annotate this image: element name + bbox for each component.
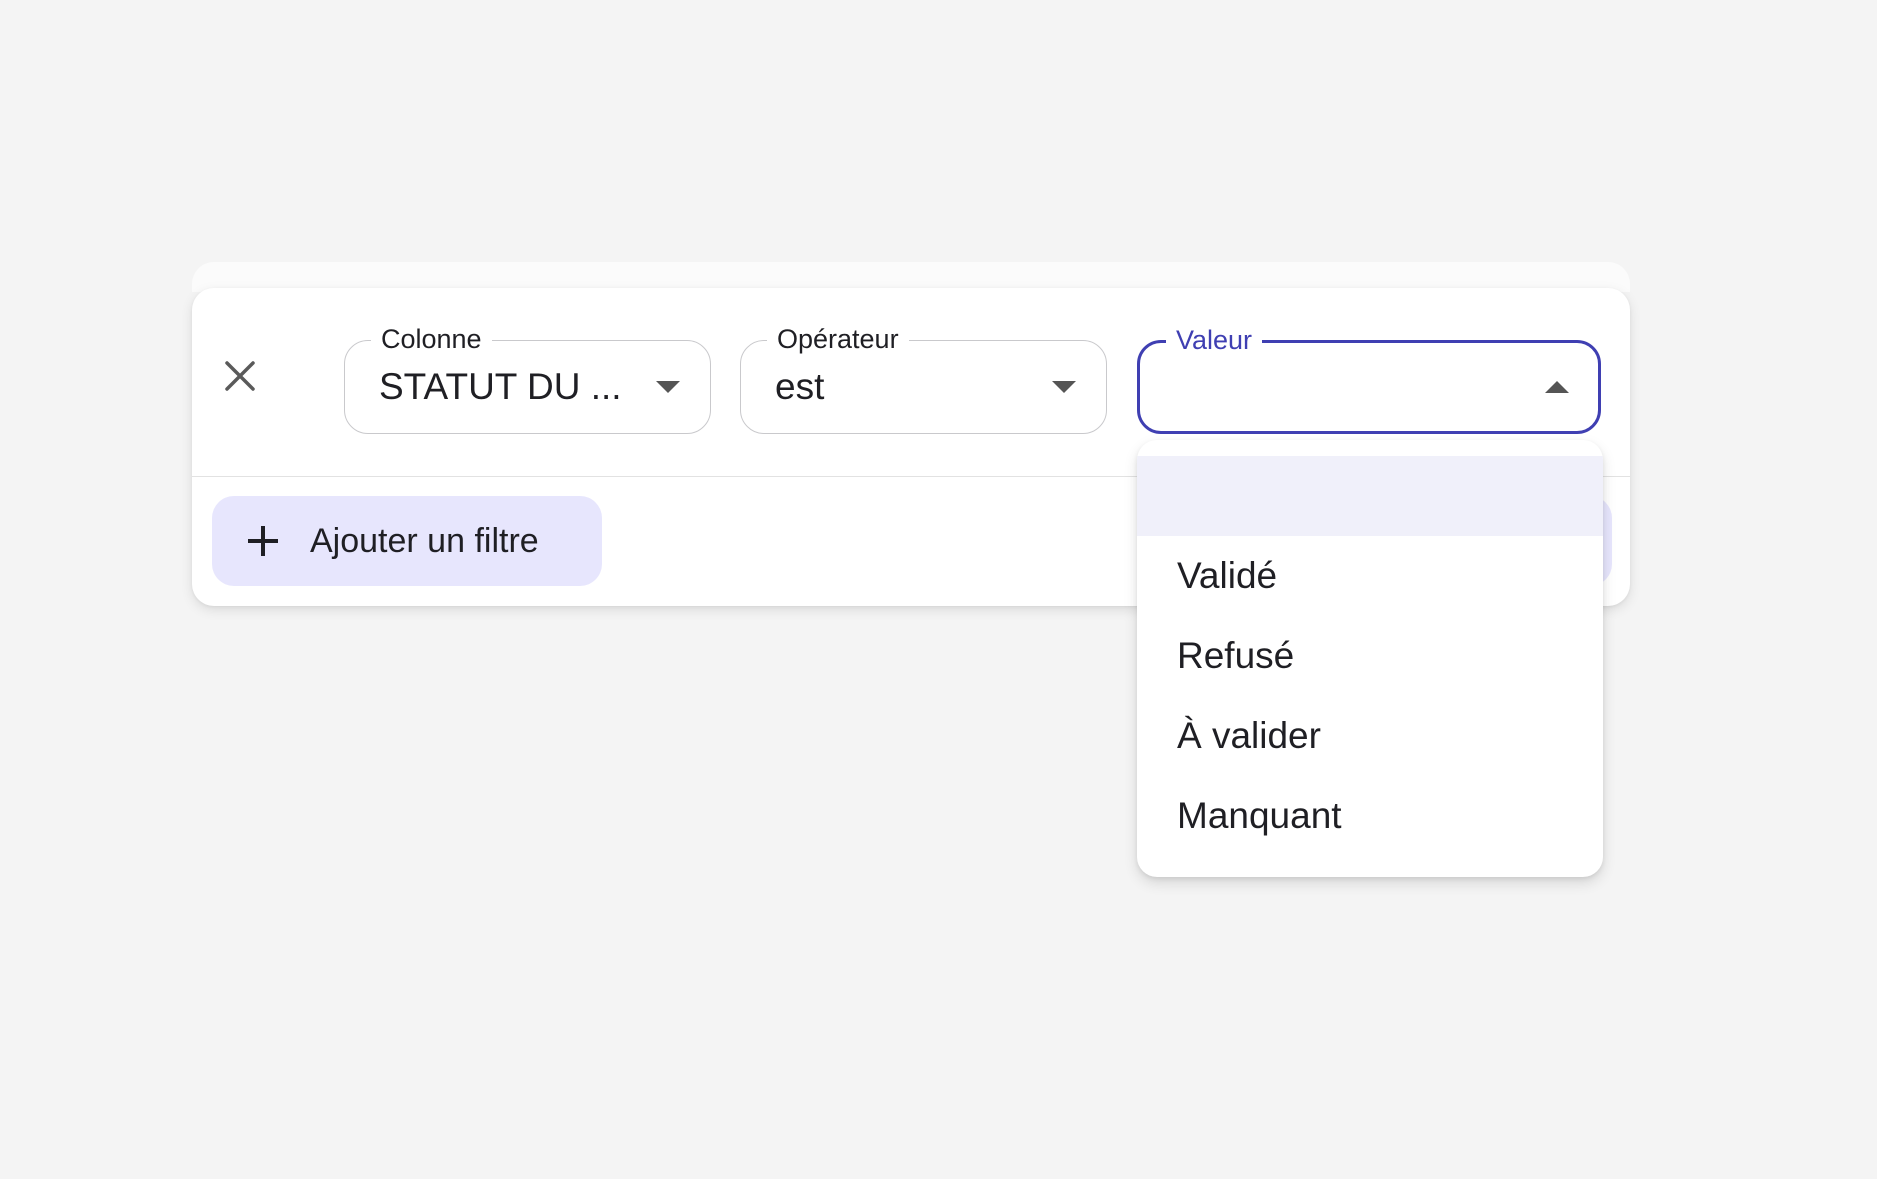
menu-item-label: Refusé — [1177, 635, 1295, 676]
operator-select-label: Opérateur — [767, 322, 909, 356]
column-select[interactable]: Colonne STATUT DU ... — [344, 322, 711, 434]
menu-item-refuse[interactable]: Refusé — [1137, 616, 1603, 696]
value-select[interactable]: Valeur — [1137, 323, 1601, 434]
chevron-down-icon[interactable] — [656, 381, 680, 393]
chevron-up-icon[interactable] — [1545, 381, 1569, 393]
add-filter-label: Ajouter un filtre — [310, 522, 539, 560]
menu-item-label: Validé — [1177, 555, 1278, 596]
menu-item-a-valider[interactable]: À valider — [1137, 696, 1603, 776]
add-filter-button[interactable]: Ajouter un filtre — [212, 496, 602, 586]
menu-item-valide[interactable]: Validé — [1137, 536, 1603, 616]
menu-item-empty[interactable] — [1137, 456, 1603, 536]
value-select-label: Valeur — [1166, 323, 1263, 357]
operator-select[interactable]: Opérateur est — [740, 322, 1107, 434]
column-select-value: STATUT DU ... — [379, 366, 622, 407]
value-dropdown-menu: Validé Refusé À valider Manquant — [1137, 440, 1603, 877]
close-icon[interactable] — [222, 358, 258, 394]
column-select-label: Colonne — [371, 322, 492, 356]
operator-select-value: est — [775, 366, 825, 407]
menu-item-label: À valider — [1177, 715, 1321, 756]
plus-icon — [248, 526, 278, 556]
chevron-down-icon[interactable] — [1052, 381, 1076, 393]
menu-item-manquant[interactable]: Manquant — [1137, 776, 1603, 856]
menu-item-label: Manquant — [1177, 795, 1342, 836]
